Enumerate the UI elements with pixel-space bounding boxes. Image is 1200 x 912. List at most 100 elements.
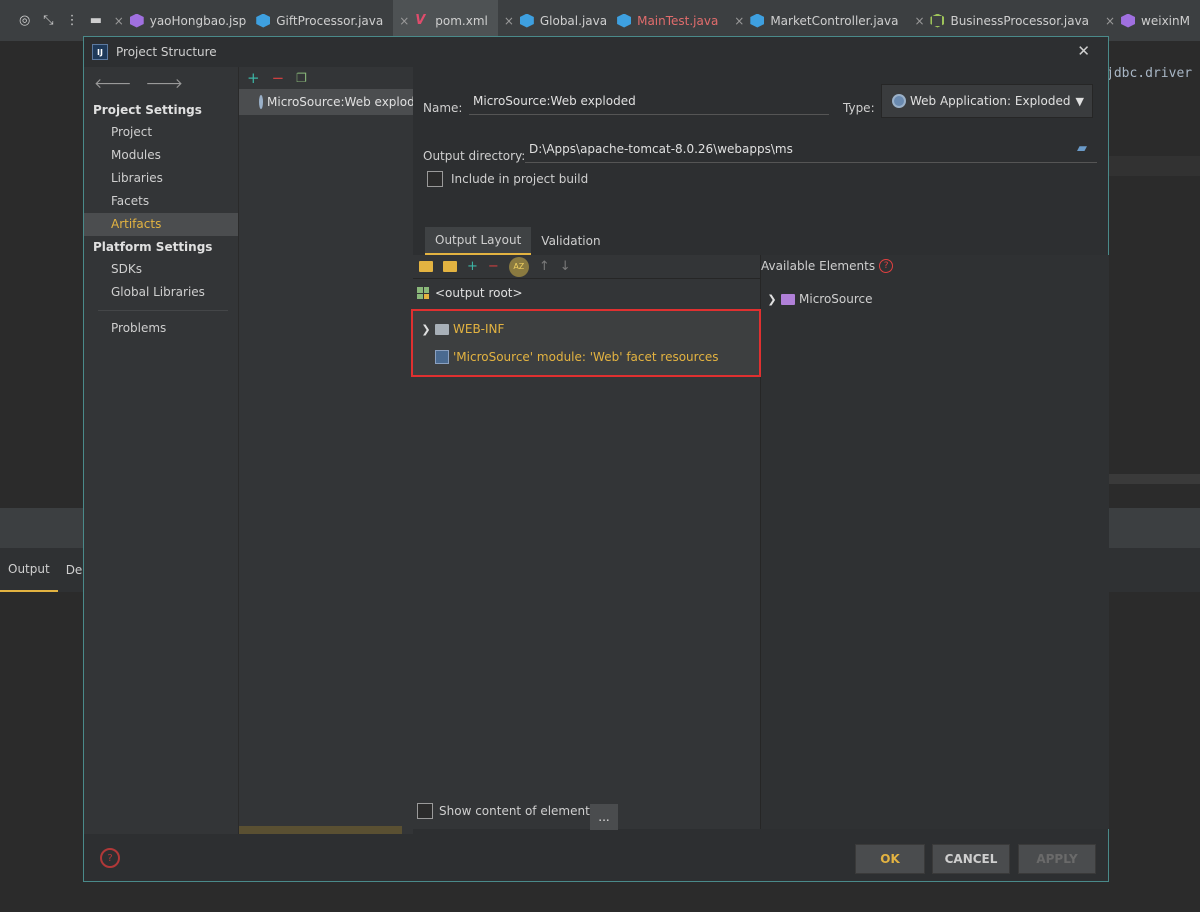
project-settings-header: Project Settings	[93, 103, 202, 117]
output-directory-field[interactable]: D:\Apps\apache-tomcat-8.0.26\webapps\ms	[525, 137, 1097, 163]
scrollbar[interactable]	[239, 826, 402, 834]
sidebar-item-facets[interactable]: Facets	[84, 190, 238, 213]
java-class-icon	[750, 13, 765, 28]
dialog-title: Project Structure	[116, 45, 217, 59]
sidebar-item-libraries[interactable]: Libraries	[84, 167, 238, 190]
tab-label: pom.xml	[435, 13, 488, 28]
sidebar-item-modules[interactable]: Modules	[84, 144, 238, 167]
web-inf-label: WEB-INF	[453, 322, 505, 336]
available-elements-header: Available Elements ?	[761, 259, 894, 273]
type-select[interactable]: Web Application: Exploded ▼	[881, 84, 1093, 118]
java-class-icon	[519, 13, 534, 28]
close-icon[interactable]: ×	[108, 14, 130, 28]
close-icon[interactable]: ×	[1099, 14, 1121, 28]
artifact-list-panel: + − ❐ MicroSource:Web exploded	[238, 67, 413, 834]
tab-label: yaoHongbao.jsp	[149, 13, 247, 28]
tab-output-layout[interactable]: Output Layout	[425, 227, 532, 255]
microsource-node[interactable]: ❯ MicroSource	[761, 285, 873, 313]
checkbox-box[interactable]	[427, 171, 443, 187]
close-icon[interactable]: ×	[908, 14, 930, 28]
facet-resources-label: 'MicroSource' module: 'Web' facet resour…	[453, 350, 719, 364]
facet-resources-icon	[435, 350, 449, 364]
output-layout-panel: + − AZ ↑ ↓ <output root> ❯ WEB-INF 'Micr…	[411, 255, 761, 829]
artifact-detail-panel: Name: MicroSource:Web exploded Type: Web…	[411, 67, 1109, 834]
web-artifact-icon	[259, 95, 263, 109]
show-content-checkbox[interactable]: Show content of elements	[417, 803, 596, 819]
more-options-button[interactable]: ...	[590, 804, 618, 830]
tab-label: MarketController.java	[770, 13, 899, 28]
sidebar-item-global-libraries[interactable]: Global Libraries	[84, 281, 238, 304]
code-line-highlight	[1108, 156, 1200, 176]
tab-validation[interactable]: Validation	[531, 227, 610, 255]
tab-label: weixinM	[1141, 13, 1190, 28]
chevron-right-icon[interactable]: ❯	[765, 293, 779, 306]
output-root-icon	[417, 287, 429, 299]
sidebar-item-problems[interactable]: Problems	[84, 317, 238, 340]
facet-resources-node[interactable]: 'MicroSource' module: 'Web' facet resour…	[413, 343, 719, 371]
sidebar-item-sdks[interactable]: SDKs	[84, 258, 238, 281]
more-icon[interactable]: ⋮	[60, 0, 84, 42]
apply-button[interactable]: APPLY	[1018, 844, 1096, 874]
include-in-build-checkbox[interactable]: Include in project build	[427, 171, 588, 187]
available-elements-panel: Available Elements ? ❯ MicroSource	[761, 255, 1109, 829]
remove-icon[interactable]: −	[488, 259, 499, 274]
maven-icon: V	[415, 13, 426, 28]
layout-tabs: Output Layout Validation	[425, 227, 611, 255]
output-directory-label: Output directory:	[423, 149, 526, 163]
show-content-label: Show content of elements	[439, 804, 597, 818]
class-icon	[930, 13, 945, 28]
tab-output[interactable]: Output	[0, 548, 58, 592]
web-artifact-icon	[892, 94, 906, 108]
layout-toolbar: + − AZ ↑ ↓	[413, 255, 760, 279]
move-up-icon[interactable]: ↑	[539, 259, 550, 274]
tab-weixin[interactable]: × weixinM	[1099, 0, 1200, 42]
output-root-label: <output root>	[435, 286, 523, 300]
tab-label: BusinessProcessor.java	[950, 13, 1090, 28]
help-icon[interactable]: ?	[879, 259, 894, 273]
close-icon[interactable]: ×	[728, 14, 750, 28]
help-icon[interactable]: ?	[100, 848, 120, 868]
create-archive-icon[interactable]	[443, 261, 457, 272]
remove-icon[interactable]: −	[272, 69, 285, 87]
close-icon[interactable]: ✕	[1077, 42, 1090, 60]
microsource-label: MicroSource	[799, 292, 873, 306]
sidebar-item-artifacts[interactable]: Artifacts	[84, 213, 238, 236]
platform-settings-header: Platform Settings	[93, 240, 213, 254]
name-field[interactable]: MicroSource:Web exploded	[469, 89, 829, 115]
target-icon[interactable]: ◎	[13, 0, 37, 42]
module-folder-icon	[781, 293, 795, 305]
project-structure-dialog: IJ Project Structure ✕ 🡐 🡒 Project Setti…	[83, 36, 1109, 882]
close-icon[interactable]: ×	[498, 14, 520, 28]
add-copy-icon[interactable]: +	[467, 259, 478, 274]
artifact-list-item[interactable]: MicroSource:Web exploded	[239, 89, 413, 115]
forward-arrow-icon[interactable]: 🡒	[146, 75, 184, 92]
dialog-titlebar: IJ Project Structure ✕	[84, 37, 1108, 67]
tab-label: MainTest.java	[637, 13, 719, 28]
dialog-footer: ? OK CANCEL APPLY	[84, 834, 1108, 881]
back-arrow-icon[interactable]: 🡐	[94, 75, 132, 92]
browse-folder-icon[interactable]: ▰	[1077, 141, 1087, 156]
output-root-node[interactable]: <output root>	[413, 279, 523, 307]
create-directory-icon[interactable]	[419, 261, 433, 272]
copy-icon[interactable]: ❐	[296, 71, 307, 85]
cancel-button[interactable]: CANCEL	[932, 844, 1010, 874]
close-icon[interactable]: ×	[393, 14, 415, 28]
move-down-icon[interactable]: ↓	[560, 259, 571, 274]
folder-icon	[435, 323, 449, 335]
web-inf-node[interactable]: ❯ WEB-INF	[413, 315, 504, 343]
code-text: jdbc.driver	[1106, 66, 1193, 81]
ok-button[interactable]: OK	[855, 844, 925, 874]
sidebar-item-project[interactable]: Project	[84, 121, 238, 144]
add-icon[interactable]: +	[247, 69, 260, 87]
nav-arrows: 🡐 🡒	[84, 67, 238, 99]
java-class-icon	[617, 13, 632, 28]
sort-az-icon[interactable]: AZ	[508, 256, 529, 277]
sidebar-divider	[98, 310, 228, 311]
settings-sidebar: 🡐 🡒 Project Settings Project Modules Lib…	[84, 67, 238, 834]
artifact-toolbar: + − ❐	[239, 67, 413, 89]
jsp-file-icon	[129, 13, 144, 28]
collapse-icon[interactable]: ⤡	[37, 0, 61, 42]
chevron-right-icon[interactable]: ❯	[419, 323, 433, 336]
checkbox-box[interactable]	[417, 803, 433, 819]
type-label: Type:	[843, 101, 875, 115]
